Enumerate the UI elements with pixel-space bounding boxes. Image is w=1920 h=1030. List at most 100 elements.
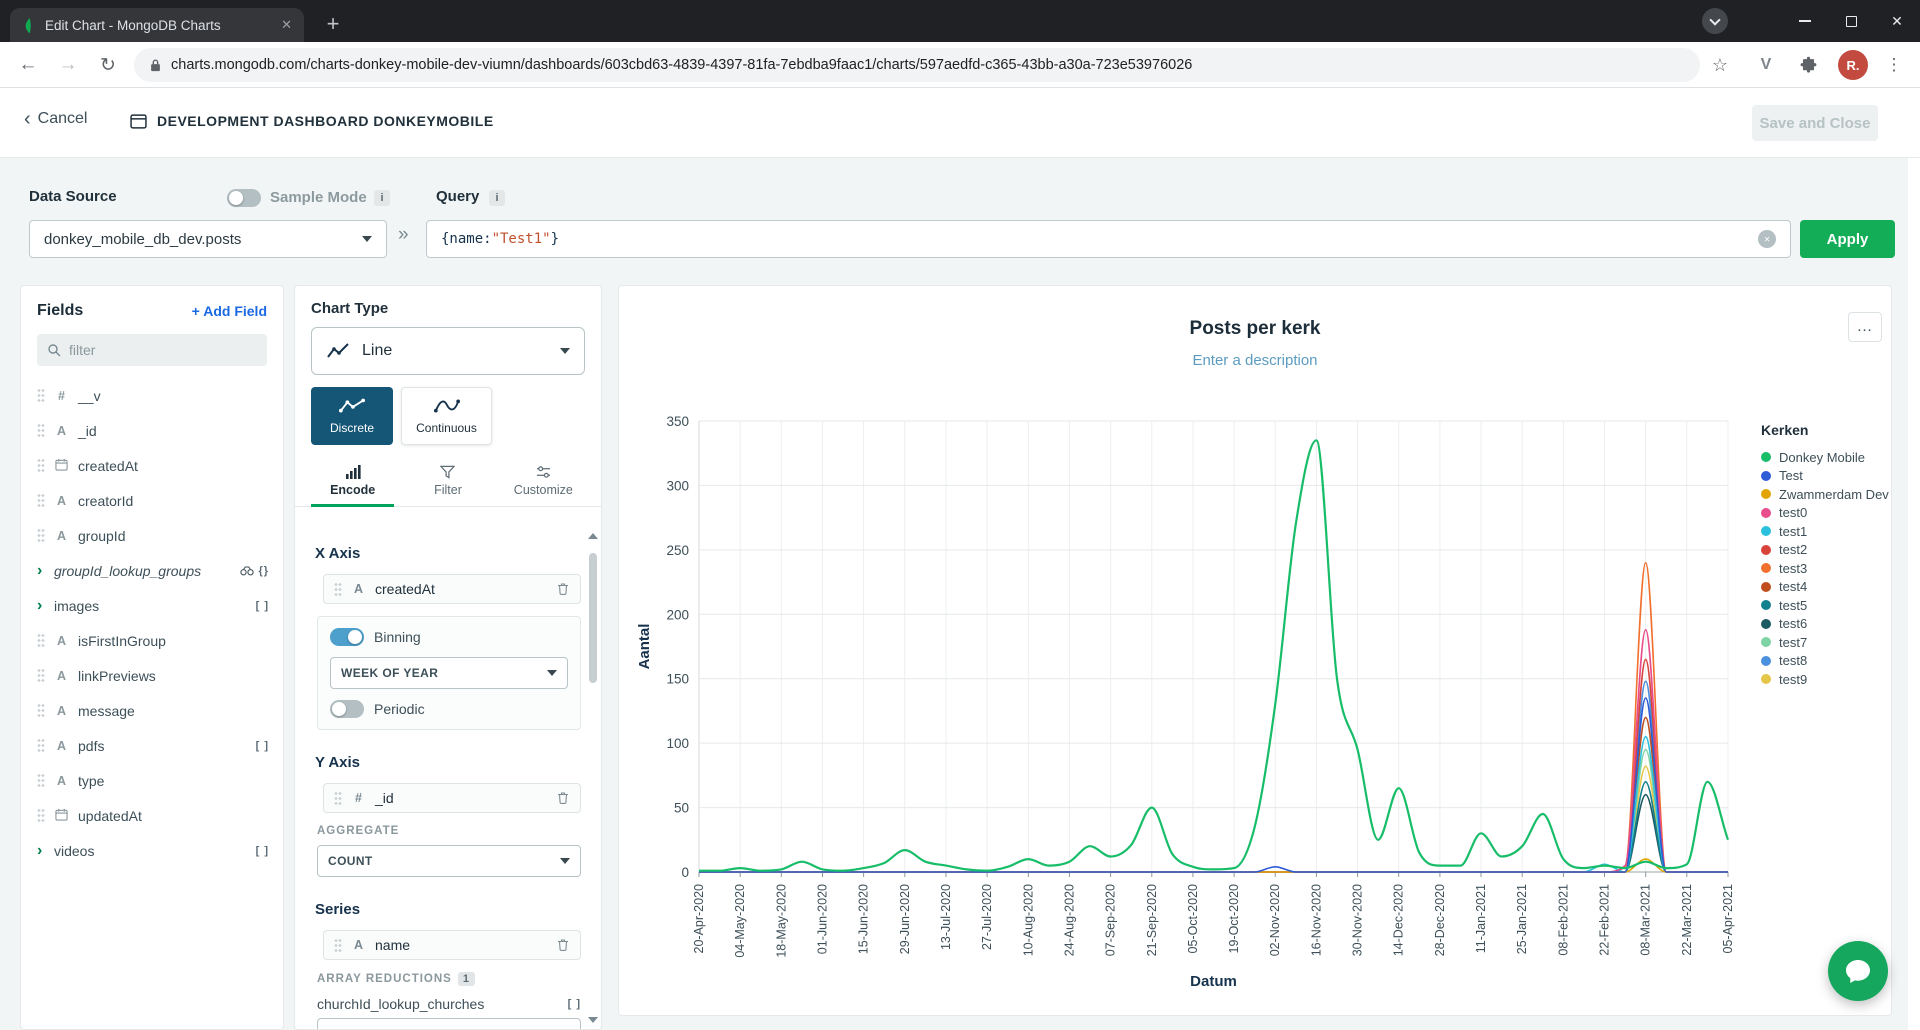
legend-item-test6[interactable]: test6 <box>1761 615 1893 634</box>
scroll-down-icon[interactable] <box>588 1017 598 1023</box>
drag-handle-icon[interactable] <box>37 493 45 508</box>
save-and-close-button[interactable]: Save and Close <box>1752 105 1878 141</box>
window-minimize-button[interactable] <box>1782 0 1828 42</box>
drag-handle-icon[interactable] <box>37 668 45 683</box>
drag-handle-icon[interactable] <box>37 633 45 648</box>
bin-unit-select[interactable]: WEEK OF YEAR <box>330 657 568 689</box>
chart-type-select[interactable]: Line <box>311 327 585 375</box>
continuous-button[interactable]: Continuous <box>401 387 492 445</box>
add-field-button[interactable]: + Add Field <box>192 303 267 319</box>
browser-update-icon[interactable] <box>1702 8 1728 34</box>
expand-chevron-icon[interactable]: › <box>37 844 45 858</box>
aggregate-select[interactable]: COUNT <box>317 845 581 877</box>
drag-handle-icon[interactable] <box>37 423 45 438</box>
drag-handle-icon[interactable] <box>334 791 342 806</box>
data-source-select[interactable]: donkey_mobile_db_dev.posts <box>29 220 387 258</box>
field-row-type[interactable]: Atype <box>21 763 283 798</box>
field-row-creatorId[interactable]: AcreatorId <box>21 483 283 518</box>
encode-scrollbar[interactable] <box>587 531 599 1025</box>
filter-text-field[interactable] <box>69 342 257 358</box>
browser-menu-kebab-icon[interactable]: ⋮ <box>1880 51 1908 79</box>
discrete-button[interactable]: Discrete <box>311 387 393 445</box>
query-input[interactable]: {name:"Test1"} ✕ <box>426 220 1791 258</box>
sample-mode-toggle[interactable] <box>227 189 261 207</box>
tab-customize[interactable]: Customize <box>496 459 591 506</box>
new-tab-button[interactable]: + <box>318 9 348 39</box>
cancel-button[interactable]: ‹ Cancel <box>24 110 87 128</box>
profile-avatar[interactable]: R. <box>1838 50 1868 80</box>
legend-item-test7[interactable]: test7 <box>1761 633 1893 652</box>
series-field-chip[interactable]: A name <box>323 930 581 960</box>
drag-handle-icon[interactable] <box>37 388 45 403</box>
query-info-icon[interactable]: i <box>489 190 505 206</box>
apply-button[interactable]: Apply <box>1800 220 1895 258</box>
extensions-puzzle-icon[interactable] <box>1794 51 1822 79</box>
field-row-videos[interactable]: ›videos[ ] <box>21 833 283 868</box>
field-row-_id[interactable]: A_id <box>21 413 283 448</box>
legend-item-test3[interactable]: test3 <box>1761 559 1893 578</box>
field-row-createdAt[interactable]: createdAt <box>21 448 283 483</box>
array-type-icon: [ ] <box>256 600 269 612</box>
legend-label: test7 <box>1779 635 1807 650</box>
drag-handle-icon[interactable] <box>334 582 342 597</box>
lookup-field-row: churchId_lookup_churches [ ] <box>317 996 581 1012</box>
window-maximize-button[interactable] <box>1828 0 1874 42</box>
scroll-up-icon[interactable] <box>588 533 598 539</box>
bookmark-star-icon[interactable]: ☆ <box>1706 51 1734 79</box>
x-axis-field-chip[interactable]: A createdAt <box>323 574 581 604</box>
legend-item-test1[interactable]: test1 <box>1761 522 1893 541</box>
sample-mode-info-icon[interactable]: i <box>374 190 390 206</box>
svg-text:05-Oct-2020: 05-Oct-2020 <box>1186 884 1200 954</box>
tab-encode[interactable]: Encode <box>305 459 400 506</box>
legend-item-test8[interactable]: test8 <box>1761 652 1893 671</box>
legend-item-test2[interactable]: test2 <box>1761 541 1893 560</box>
clear-query-icon[interactable]: ✕ <box>1758 230 1776 248</box>
legend-item-test9[interactable]: test9 <box>1761 670 1893 689</box>
drag-handle-icon[interactable] <box>37 703 45 718</box>
drag-handle-icon[interactable] <box>37 808 45 823</box>
legend-item-Test[interactable]: Test <box>1761 467 1893 486</box>
window-close-button[interactable]: ✕ <box>1874 0 1920 42</box>
reload-button[interactable]: ↻ <box>94 51 122 79</box>
field-row-linkPreviews[interactable]: AlinkPreviews <box>21 658 283 693</box>
legend-item-test5[interactable]: test5 <box>1761 596 1893 615</box>
field-row-__v[interactable]: #__v <box>21 378 283 413</box>
tab-filter[interactable]: Filter <box>400 459 495 506</box>
trash-icon[interactable] <box>556 791 570 805</box>
field-row-message[interactable]: Amessage <box>21 693 283 728</box>
drag-handle-icon[interactable] <box>334 938 342 953</box>
legend-item-Zwammerdam Dev[interactable]: Zwammerdam Dev <box>1761 485 1893 504</box>
legend-item-Donkey Mobile[interactable]: Donkey Mobile <box>1761 448 1893 467</box>
legend-item-test0[interactable]: test0 <box>1761 504 1893 523</box>
trash-icon[interactable] <box>556 938 570 952</box>
field-filter-input[interactable] <box>37 334 267 366</box>
y-axis-field-chip[interactable]: # _id <box>323 783 581 813</box>
drag-handle-icon[interactable] <box>37 528 45 543</box>
trash-icon[interactable] <box>556 582 570 596</box>
svg-text:24-Aug-2020: 24-Aug-2020 <box>1062 884 1076 956</box>
expand-chevron-icon[interactable]: › <box>37 599 45 613</box>
binning-toggle[interactable] <box>330 628 364 646</box>
field-row-isFirstInGroup[interactable]: AisFirstInGroup <box>21 623 283 658</box>
field-row-groupId_lookup_groups[interactable]: ›groupId_lookup_groups{} <box>21 553 283 588</box>
periodic-toggle[interactable] <box>330 700 364 718</box>
unwind-array-select[interactable]: UNWIND ARRAY <box>317 1018 581 1029</box>
drag-handle-icon[interactable] <box>37 738 45 753</box>
drag-handle-icon[interactable] <box>37 458 45 473</box>
legend-item-test4[interactable]: test4 <box>1761 578 1893 597</box>
v-extension-icon[interactable]: V <box>1752 51 1780 79</box>
intercom-chat-button[interactable] <box>1828 941 1888 1001</box>
chart-menu-button[interactable]: … <box>1848 312 1882 342</box>
tab-close-icon[interactable]: ✕ <box>277 17 296 33</box>
field-row-images[interactable]: ›images[ ] <box>21 588 283 623</box>
expand-chevron-icon[interactable]: › <box>37 564 45 578</box>
browser-tab[interactable]: Edit Chart - MongoDB Charts ✕ <box>10 8 304 42</box>
scrollbar-thumb[interactable] <box>589 553 597 683</box>
back-button[interactable]: ← <box>14 51 42 79</box>
drag-handle-icon[interactable] <box>37 773 45 788</box>
field-row-groupId[interactable]: AgroupId <box>21 518 283 553</box>
address-bar[interactable]: charts.mongodb.com/charts-donkey-mobile-… <box>134 48 1700 82</box>
field-row-updatedAt[interactable]: updatedAt <box>21 798 283 833</box>
chart-description-placeholder[interactable]: Enter a description <box>619 352 1891 369</box>
field-row-pdfs[interactable]: Apdfs[ ] <box>21 728 283 763</box>
